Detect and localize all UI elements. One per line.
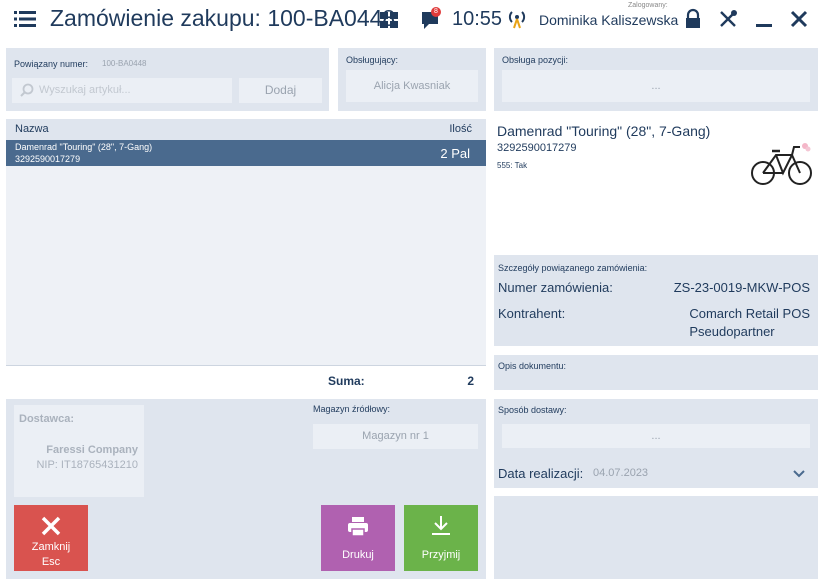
connection-status-icon[interactable] [507,9,527,29]
date-value[interactable]: 04.07.2023 [593,467,648,479]
sum-label: Suma: [328,374,365,388]
handling-panel: Obsługujący: Alicja Kwasniak [338,48,486,111]
download-icon [430,515,452,540]
row-item-qty: 2 Pal [440,146,470,161]
sum-bar: Suma: 2 [6,365,486,397]
warehouse-field[interactable]: Magazyn nr 1 [313,424,478,449]
delivery-panel: Sposób dostawy: ... Data realizacji: 04.… [494,399,818,488]
close-button-key: Esc [41,556,61,568]
extra-panel [494,496,818,579]
position-handling-panel: Obsługa pozycji: ... [494,48,818,111]
notification-badge: 8 [431,7,441,17]
column-name-header: Nazwa [15,123,49,135]
product-detail: Damenrad "Touring" (28", 7-Gang) 3292590… [494,119,818,254]
contractor-label: Kontrahent: [498,306,566,321]
row-item-name: Damenrad "Touring" (28", 7-Gang) [15,142,153,152]
contractor-line-2: Pseudopartner [689,324,775,339]
supplier-panel: Dostawca: Faressi Company NIP: IT1876543… [6,399,486,579]
grid-view-icon[interactable] [380,12,398,28]
product-name: Damenrad "Touring" (28", 7-Gang) [497,123,711,139]
item-list: Nazwa Ilość Damenrad "Touring" (28", 7-G… [6,119,486,397]
product-code: 3292590017279 [497,142,577,154]
warehouse-label: Magazyn źródłowy: [313,404,391,414]
order-details-panel: Szczegóły powiązanego zamówienia: Numer … [494,255,818,346]
position-handling-field[interactable]: ... [502,70,810,102]
receive-button-label: Przyjmij [421,549,461,561]
printer-icon [347,517,369,540]
column-qty-header: Ilość [449,123,472,135]
table-row[interactable]: Damenrad "Touring" (28", 7-Gang) 3292590… [6,140,486,166]
lock-icon[interactable] [682,8,704,30]
print-button-label: Drukuj [342,549,374,561]
print-button[interactable]: Drukuj [321,505,395,571]
order-number-label: Numer zamówienia: [498,280,613,295]
bicycle-image [750,137,814,194]
receive-button[interactable]: Przyjmij [404,505,478,571]
supplier-name: Faressi Company [46,444,138,456]
logged-in-label: Zalogowany: [628,2,668,9]
close-window-icon[interactable] [788,8,810,30]
user-name[interactable]: Dominika Kaliszewska [539,12,678,28]
contractor-name: Comarch Retail POS Pseudopartner [689,306,810,339]
description-panel[interactable]: Opis dokumentu: [494,355,818,390]
related-number-label: Powiązany numer: [14,59,89,69]
position-handling-label: Obsługa pozycji: [502,55,569,65]
clock: 10:55 [452,8,503,30]
search-input[interactable]: Wyszukaj artykuł... [12,78,232,103]
supplier-label: Dostawca: [19,413,75,425]
contractor-line-1: Comarch Retail POS [689,306,810,321]
order-details-label: Szczegóły powiązanego zamówienia: [498,263,648,273]
product-attribute: 555: Tak [497,161,528,170]
close-button[interactable]: Zamknij Esc [14,505,88,571]
order-number-value: ZS-23-0019-MKW-POS [673,280,810,295]
page-title: Zamówienie zakupu: 100-BA0448 [50,5,396,31]
search-icon [20,83,34,100]
delivery-field[interactable]: ... [502,424,810,448]
date-label: Data realizacji: [498,466,584,481]
hamburger-menu-icon[interactable] [14,10,36,28]
minimize-icon[interactable] [753,8,775,30]
chevron-down-icon[interactable] [792,466,806,484]
add-button[interactable]: Dodaj [239,78,322,103]
list-header: Nazwa Ilość [6,119,486,140]
search-placeholder: Wyszukaj artykuł... [39,84,131,96]
close-button-label: Zamknij [31,541,71,553]
header: Zamówienie zakupu: 100-BA0448 8 10:55 Za… [0,0,827,40]
handling-field[interactable]: Alicja Kwasniak [346,70,478,102]
supplier-nip: NIP: IT18765431210 [36,459,138,471]
row-item-code: 3292590017279 [15,154,81,164]
close-x-icon [40,515,62,540]
tools-icon[interactable] [717,8,739,30]
sum-value: 2 [467,374,474,388]
supplier-card[interactable]: Dostawca: Faressi Company NIP: IT1876543… [14,405,144,497]
handling-label: Obsługujący: [346,55,399,65]
description-label: Opis dokumentu: [498,361,567,371]
related-number-panel: Powiązany numer: 100-BA0448 Wyszukaj art… [6,48,329,111]
delivery-label: Sposób dostawy: [498,405,567,415]
related-number-value: 100-BA0448 [102,59,147,68]
